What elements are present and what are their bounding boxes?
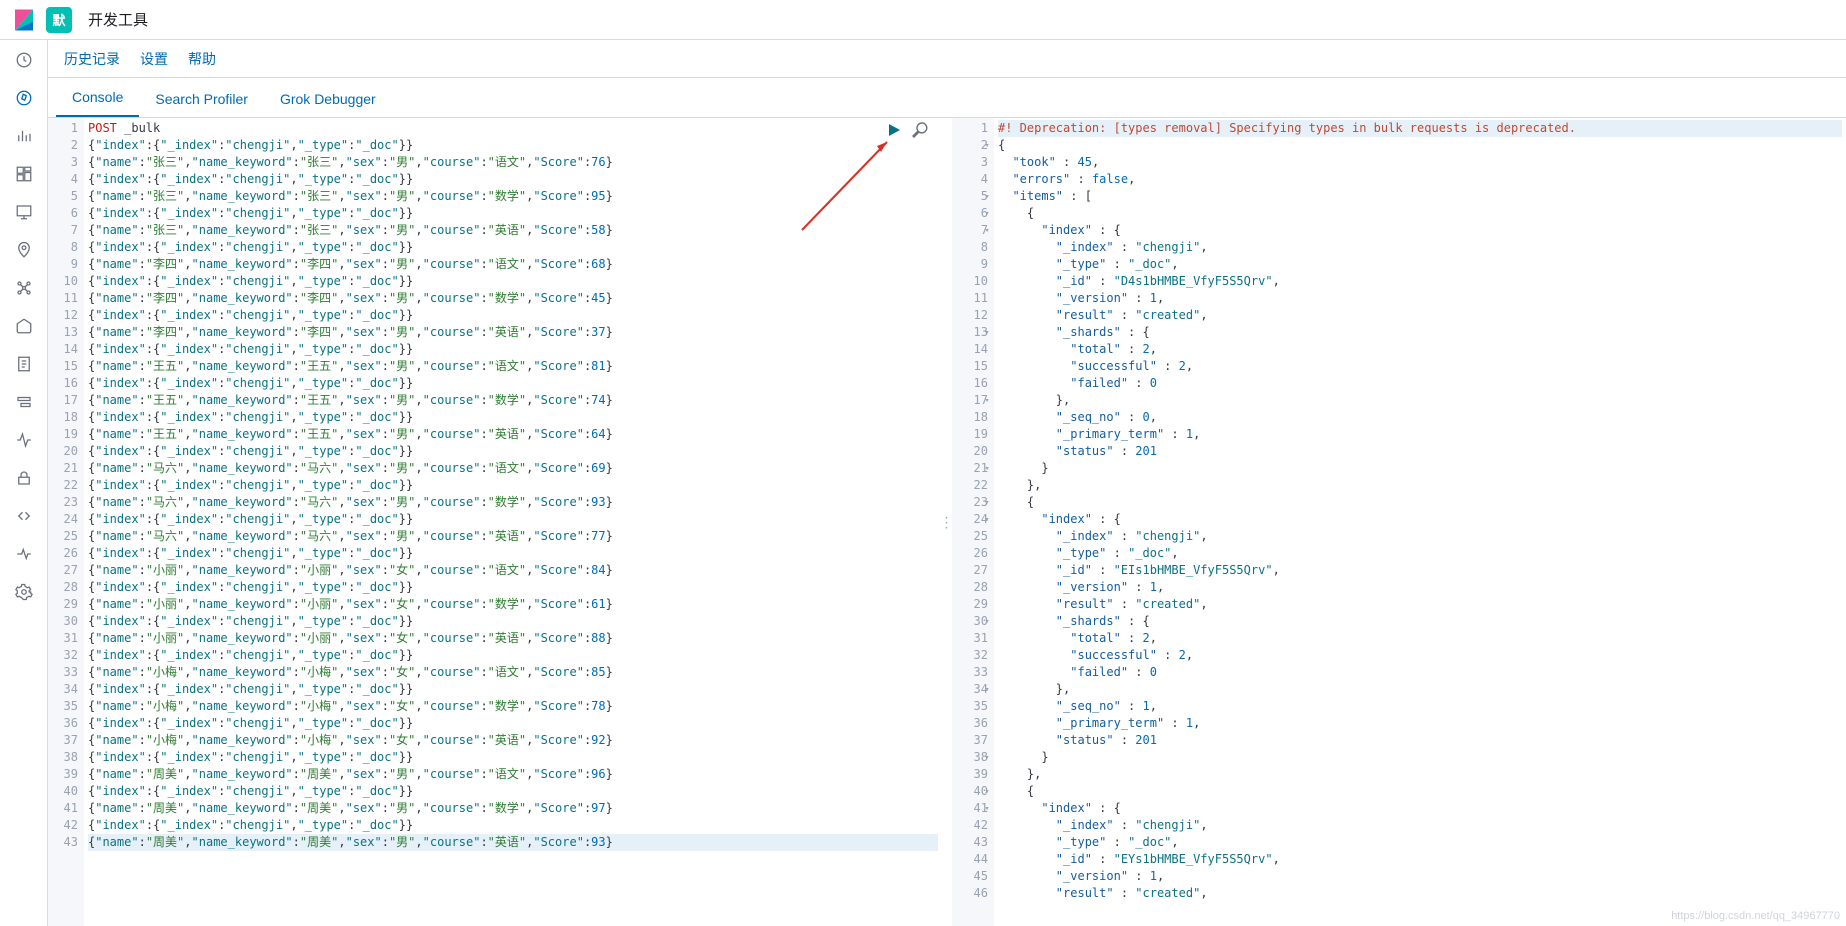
apm-icon[interactable] xyxy=(14,392,34,412)
response-code: #! Deprecation: [types removal] Specifyi… xyxy=(994,118,1846,926)
response-gutter: 1234567891011121314151617181920212223242… xyxy=(952,118,994,926)
play-icon[interactable] xyxy=(886,122,902,138)
current-app-badge: 默 xyxy=(46,7,72,33)
dashboard-icon[interactable] xyxy=(14,164,34,184)
management-icon[interactable] xyxy=(14,582,34,602)
wrench-icon[interactable] xyxy=(912,122,928,138)
visualize-icon[interactable] xyxy=(14,126,34,146)
avatar-letter: 默 xyxy=(52,10,65,29)
devtools-icon[interactable] xyxy=(14,506,34,526)
nav-help[interactable]: 帮助 xyxy=(188,49,216,69)
recent-icon[interactable] xyxy=(14,50,34,70)
breadcrumb: 历史记录 设置 帮助 xyxy=(48,40,1846,78)
nav-sidebar xyxy=(0,40,48,926)
top-bar: 默 开发工具 xyxy=(0,0,1846,40)
page-title: 开发工具 xyxy=(88,9,148,30)
security-icon[interactable] xyxy=(14,468,34,488)
request-code[interactable]: POST _bulk{"index":{"_index":"chengji","… xyxy=(84,118,942,926)
tab-console[interactable]: Console xyxy=(56,79,139,117)
discover-icon[interactable] xyxy=(14,88,34,108)
monitoring-icon[interactable] xyxy=(14,544,34,564)
request-editor[interactable]: 1234567891011121314151617181920212223242… xyxy=(48,118,942,926)
tab-search-profiler[interactable]: Search Profiler xyxy=(139,81,264,117)
maps-icon[interactable] xyxy=(14,240,34,260)
ml-icon[interactable] xyxy=(14,278,34,298)
kibana-logo-icon xyxy=(12,8,36,32)
nav-settings[interactable]: 设置 xyxy=(140,49,168,69)
request-gutter: 1234567891011121314151617181920212223242… xyxy=(48,118,84,926)
pane-divider[interactable]: ⋮ xyxy=(942,118,952,926)
tab-grok-debugger[interactable]: Grok Debugger xyxy=(264,81,392,117)
logs-icon[interactable] xyxy=(14,354,34,374)
uptime-icon[interactable] xyxy=(14,430,34,450)
tabs-bar: Console Search Profiler Grok Debugger xyxy=(48,78,1846,118)
infra-icon[interactable] xyxy=(14,316,34,336)
request-actions xyxy=(886,122,928,138)
response-viewer[interactable]: 1234567891011121314151617181920212223242… xyxy=(952,118,1846,926)
canvas-icon[interactable] xyxy=(14,202,34,222)
nav-history[interactable]: 历史记录 xyxy=(64,49,120,69)
